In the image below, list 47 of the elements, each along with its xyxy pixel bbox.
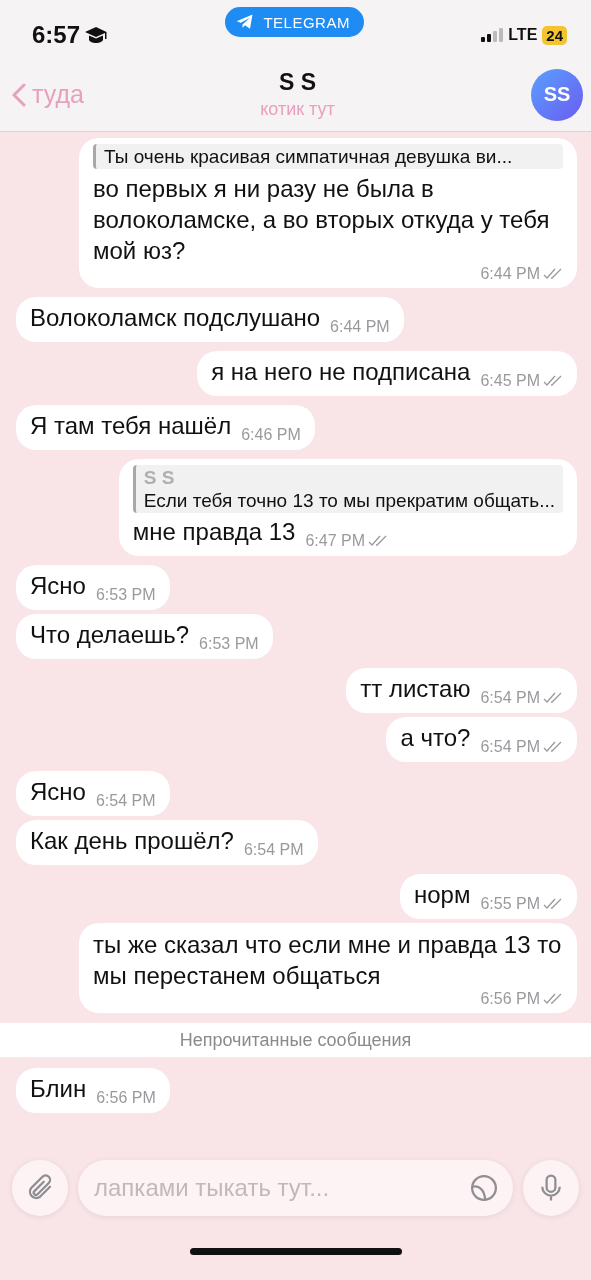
message-time: 6:54 PM — [480, 689, 540, 707]
chat-title: S S — [278, 69, 317, 96]
message-field[interactable]: лапками тыкать тут... — [78, 1160, 513, 1216]
reply-text: Ты очень красивая симпатичная девушка ви... — [104, 145, 514, 168]
message-text: ты же сказал что если мне и правда 13 то мы перестанем общаться — [93, 930, 563, 991]
message-text: Ясно — [30, 778, 86, 805]
message-text: мне правда 13 — [132, 518, 296, 545]
reply-sender: S S — [143, 466, 176, 489]
message-text: норм — [413, 881, 471, 908]
graduation-cap-icon — [84, 25, 109, 45]
message-text: Я там тебя нашёл — [30, 412, 232, 439]
microphone-button[interactable] — [523, 1160, 579, 1216]
avatar[interactable]: SS — [531, 68, 583, 121]
message-text: а что? — [400, 724, 471, 751]
message-time: 6:44 PM — [330, 318, 390, 336]
message-time: 6:46 PM — [241, 426, 301, 444]
message-time: 6:53 PM — [95, 586, 156, 604]
message-text: во первых я ни разу не была в волоколамске, а во вторых откуда у тебя мой юз? — [93, 174, 551, 266]
message-text: Волоколамск подслушано — [30, 304, 321, 331]
message-time: 6:45 PM — [480, 372, 540, 390]
chat-status: котик тут — [260, 99, 335, 120]
message-text: я на него не подписана — [211, 358, 471, 385]
status-time: 6:57 — [32, 21, 81, 49]
message-time: 6:56 PM — [480, 991, 540, 1007]
message-time: 6:53 PM — [199, 635, 259, 653]
message-text: Блин — [30, 1075, 87, 1102]
message-time: 6:44 PM — [480, 266, 540, 282]
back-button[interactable]: туда — [12, 80, 132, 109]
message-text: Что делаешь? — [30, 621, 190, 648]
message-time: 6:56 PM — [96, 1089, 156, 1107]
message-time: 6:47 PM — [305, 532, 366, 550]
chevron-left-icon — [12, 82, 26, 107]
message-time: 6:54 PM — [243, 841, 304, 859]
message-time: 6:55 PM — [480, 895, 540, 913]
attach-button[interactable] — [12, 1160, 68, 1216]
battery-indicator: 24 — [542, 25, 567, 45]
reply-text: Если тебя точно 13 то мы прекратим общать... — [143, 489, 555, 512]
signal-icon — [481, 28, 504, 42]
app-pill[interactable]: TELEGRAM — [225, 7, 364, 37]
message-text: Ясно — [30, 572, 86, 599]
message-time: 6:54 PM — [95, 792, 156, 810]
message-time: 6:54 PM — [480, 738, 540, 756]
sticker-icon[interactable] — [469, 1173, 499, 1203]
message-text: тт листаю — [360, 675, 471, 702]
unread-divider: Непрочитанные сообщения — [179, 1029, 412, 1051]
network-label: LTE — [508, 26, 538, 44]
message-text: Как день прошёл? — [30, 827, 234, 854]
